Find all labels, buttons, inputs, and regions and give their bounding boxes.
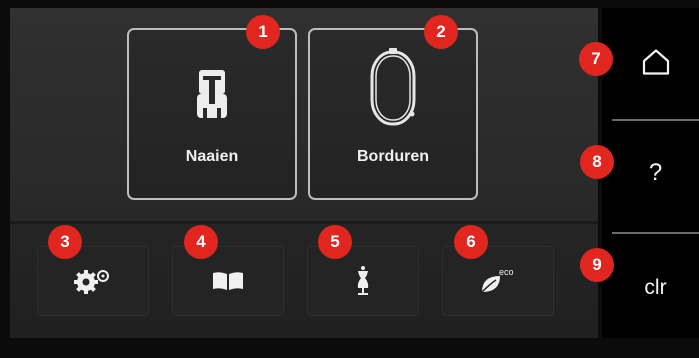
divider — [10, 221, 598, 224]
callout-badge: 8 — [580, 145, 614, 179]
callout-badge: 9 — [580, 248, 614, 282]
sidebar-divider — [612, 119, 699, 121]
clear-button[interactable]: clr — [612, 240, 699, 336]
eco-leaf-icon: eco — [481, 267, 514, 293]
presser-foot-icon — [197, 70, 227, 118]
home-icon — [642, 49, 669, 75]
callout-badge: 3 — [48, 225, 82, 259]
dress-form-icon — [357, 266, 369, 295]
tutorial-button[interactable] — [172, 246, 284, 316]
help-button[interactable]: ? — [612, 125, 699, 221]
sewing-consultant-button[interactable] — [307, 246, 419, 316]
clear-label: clr — [644, 276, 667, 299]
embroidery-hoop-icon — [370, 48, 416, 126]
sewing-mode-label: Naaien — [185, 148, 239, 165]
gears-icon — [74, 270, 109, 294]
setup-button[interactable] — [37, 246, 149, 316]
embroidery-mode-label: Borduren — [357, 148, 429, 165]
help-label: ? — [648, 159, 663, 186]
embroidery-mode-tile[interactable]: Borduren — [308, 28, 478, 200]
mode-selection-area — [10, 8, 598, 221]
eco-label: eco — [499, 267, 514, 277]
home-button[interactable] — [612, 14, 699, 110]
callout-badge: 7 — [579, 42, 613, 76]
eco-mode-button[interactable]: eco — [442, 246, 554, 316]
callout-badge: 1 — [246, 15, 280, 49]
sidebar-divider — [612, 232, 699, 234]
open-book-icon — [213, 272, 243, 290]
callout-badge: 4 — [184, 225, 218, 259]
callout-badge: 6 — [454, 225, 488, 259]
callout-badge: 2 — [424, 15, 458, 49]
sewing-mode-tile[interactable]: Naaien — [127, 28, 297, 200]
callout-badge: 5 — [318, 225, 352, 259]
